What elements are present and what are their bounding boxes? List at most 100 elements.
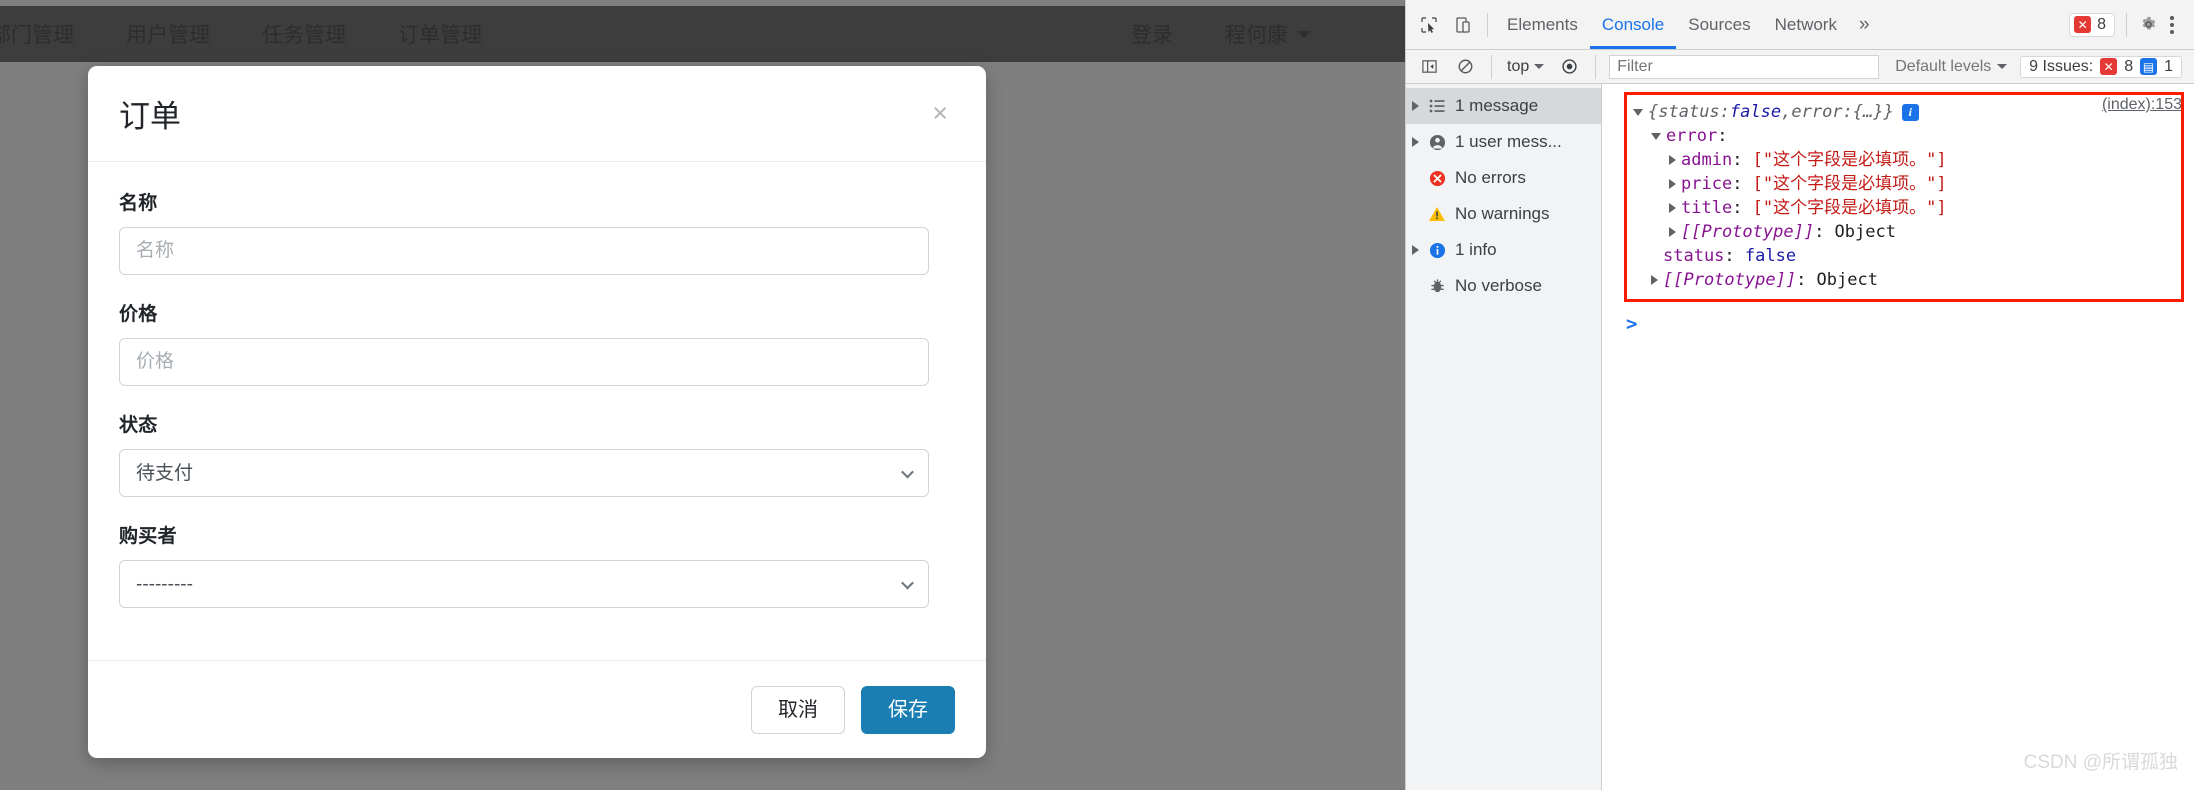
watermark: CSDN @所谓孤独 <box>2023 752 2178 773</box>
error-entry-admin[interactable]: admin: ["这个字段是必填项。"] <box>1633 148 2175 172</box>
summary-key-status: status <box>1658 102 1720 122</box>
error-node-row[interactable]: error: <box>1633 124 2175 148</box>
user-icon <box>1426 134 1448 151</box>
form-group-status: 状态 待支付 <box>119 410 955 497</box>
prompt-chevron-icon: > <box>1626 313 1638 335</box>
save-button[interactable]: 保存 <box>861 685 955 734</box>
expand-triangle-icon[interactable] <box>1669 227 1676 237</box>
collapse-triangle-icon[interactable] <box>1651 132 1661 140</box>
entry-key: price <box>1681 174 1733 194</box>
chevron-down-icon <box>1534 64 1545 69</box>
tab-network[interactable]: Network <box>1763 0 1849 49</box>
info-icon[interactable]: i <box>1901 103 1919 121</box>
label-name: 名称 <box>119 193 158 214</box>
status-select[interactable]: 待支付 <box>119 449 929 497</box>
summary-key-error: error <box>1791 102 1843 122</box>
more-tabs-icon[interactable]: » <box>1849 14 1880 36</box>
expand-triangle-icon[interactable] <box>1669 179 1676 189</box>
buyer-select-wrapper: --------- <box>119 560 929 608</box>
sidebar-label: 1 info <box>1455 240 1497 259</box>
execution-context-selector[interactable]: top <box>1501 58 1550 76</box>
error-icon: ✕ <box>2074 16 2092 33</box>
console-sidebar: 1 message 1 user mess... No errors No wa… <box>1406 84 1602 790</box>
console-output: (index):153 {status: false, error: {…}} … <box>1602 84 2194 790</box>
close-icon[interactable]: × <box>924 96 956 131</box>
status-value: false <box>1744 246 1797 266</box>
log-levels-selector[interactable]: Default levels <box>1887 58 2015 76</box>
summary-value-error: {…} <box>1852 102 1884 122</box>
error-count-badge[interactable]: ✕ 8 <box>2069 12 2115 37</box>
console-toolbar: top Default levels 9 Issues: ✕ 8 ▤ 1 <box>1406 50 2194 84</box>
label-price: 价格 <box>119 304 158 325</box>
expand-triangle-icon[interactable] <box>1412 101 1419 111</box>
more-options-icon[interactable] <box>2162 12 2182 38</box>
sidebar-item-user-messages[interactable]: 1 user mess... <box>1406 124 1601 160</box>
summary-value-status: false <box>1729 102 1782 122</box>
form-group-buyer: 购买者 --------- <box>119 521 955 608</box>
issues-message-count: 1 <box>2164 57 2173 75</box>
tab-elements[interactable]: Elements <box>1495 0 1590 49</box>
price-input[interactable] <box>119 338 929 386</box>
live-expressions-icon[interactable] <box>1553 51 1585 83</box>
sidebar-item-errors[interactable]: No errors <box>1406 160 1601 196</box>
device-toolbar-icon[interactable] <box>1447 9 1479 41</box>
issues-summary-badge[interactable]: 9 Issues: ✕ 8 ▤ 1 <box>2020 55 2182 78</box>
console-sidebar-toggle-icon[interactable] <box>1413 51 1445 83</box>
issues-label: 9 Issues: <box>2029 57 2094 75</box>
modal-header: 订单 × <box>88 66 986 162</box>
expand-triangle-icon[interactable] <box>1412 245 1419 255</box>
gear-icon[interactable] <box>2138 15 2158 35</box>
clear-console-icon[interactable] <box>1449 51 1481 83</box>
summary-brace-close: } <box>1883 102 1894 122</box>
error-key: error <box>1666 126 1718 146</box>
tab-sources[interactable]: Sources <box>1676 0 1762 49</box>
label-buyer: 购买者 <box>119 526 177 547</box>
inner-prototype-row[interactable]: [[Prototype]]: Object <box>1633 220 2175 244</box>
name-input[interactable] <box>119 227 929 275</box>
execution-context-value: top <box>1507 57 1530 75</box>
expand-triangle-icon[interactable] <box>1412 137 1419 147</box>
form-group-name: 名称 <box>119 188 955 275</box>
prototype-value: Object <box>1816 270 1878 290</box>
status-row: status: false <box>1663 246 1797 266</box>
error-entry-title[interactable]: title: ["这个字段是必填项。"] <box>1633 196 2175 220</box>
summary-colon: : <box>1719 102 1730 122</box>
chevron-down-icon <box>1997 64 2008 69</box>
object-summary-row[interactable]: {status: false, error: {…}} i <box>1633 100 2175 124</box>
screenshot-root: 部门管理 用户管理 任务管理 订单管理 登录 程何康 订单 × <box>0 0 2194 790</box>
issues-error-count: 8 <box>2124 57 2134 75</box>
sidebar-item-info[interactable]: 1 info <box>1406 232 1601 268</box>
sidebar-item-warnings[interactable]: No warnings <box>1406 196 1601 232</box>
inspect-element-icon[interactable] <box>1413 9 1445 41</box>
prototype-key: [[Prototype]] <box>1681 222 1815 242</box>
modal-footer: 取消 保存 <box>88 660 986 758</box>
console-filter-input[interactable] <box>1609 54 1880 79</box>
log-levels-value: Default levels <box>1895 57 1992 75</box>
cancel-button[interactable]: 取消 <box>751 685 845 734</box>
status-key: status <box>1663 246 1725 266</box>
devtools-tabbar-right: ✕ 8 <box>2069 12 2188 38</box>
form-group-price: 价格 <box>119 299 955 386</box>
sidebar-label: 1 user mess... <box>1455 132 1562 151</box>
prototype-value: Object <box>1834 222 1896 242</box>
sidebar-label: No warnings <box>1455 204 1550 223</box>
buyer-select[interactable]: --------- <box>119 560 929 608</box>
console-prompt[interactable]: > <box>1626 312 2194 336</box>
list-icon <box>1426 99 1448 113</box>
entry-key: title <box>1681 198 1733 218</box>
devtools-panel: Elements Console Sources Network » ✕ 8 t… <box>1405 0 2194 790</box>
modal-title: 订单 <box>119 99 181 134</box>
expand-triangle-icon[interactable] <box>1651 275 1658 285</box>
outer-prototype-row[interactable]: [[Prototype]]: Object <box>1633 268 2175 292</box>
expand-triangle-icon[interactable] <box>1669 155 1676 165</box>
sidebar-item-verbose[interactable]: No verbose <box>1406 268 1601 304</box>
sidebar-item-messages[interactable]: 1 message <box>1406 88 1601 124</box>
collapse-triangle-icon[interactable] <box>1633 108 1643 116</box>
error-entry-price[interactable]: price: ["这个字段是必填项。"] <box>1633 172 2175 196</box>
expand-triangle-icon[interactable] <box>1669 203 1676 213</box>
toolbar-divider <box>1491 54 1492 79</box>
error-icon <box>1426 170 1448 187</box>
tab-console[interactable]: Console <box>1590 0 1676 49</box>
console-main: 1 message 1 user mess... No errors No wa… <box>1406 84 2194 790</box>
message-icon: ▤ <box>2140 58 2158 75</box>
